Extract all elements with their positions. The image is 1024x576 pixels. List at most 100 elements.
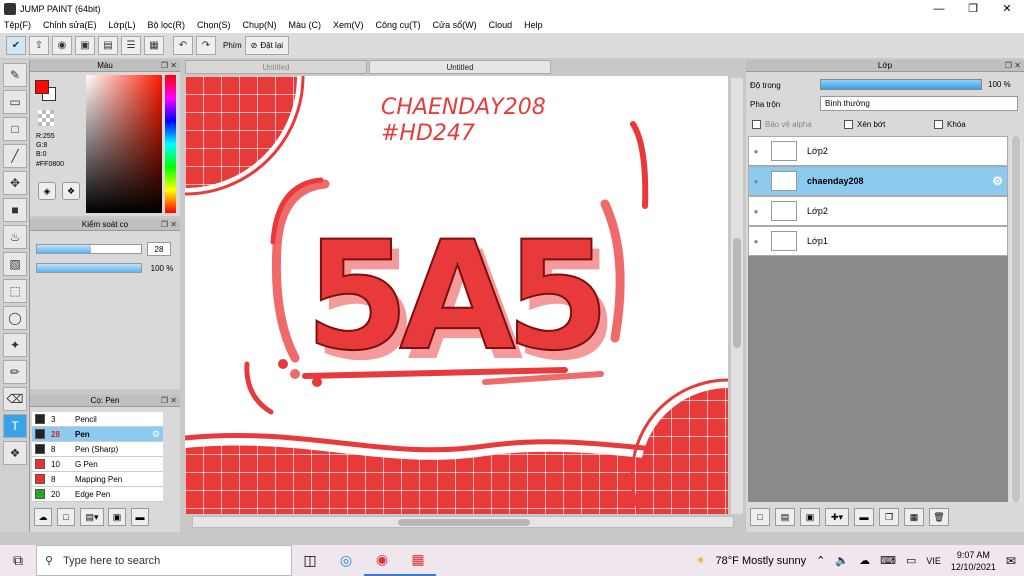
brush-opacity-slider[interactable] <box>36 263 142 273</box>
menu-view[interactable]: Xem(V) <box>333 20 364 30</box>
close-icon[interactable]: ✕ <box>990 0 1024 17</box>
menu-edit[interactable]: Chỉnh sửa(E) <box>43 20 97 30</box>
eyedropper-tool-icon[interactable]: ❖ <box>3 441 27 465</box>
select-pen-tool-icon[interactable]: ✏ <box>3 360 27 384</box>
brush-size-value[interactable]: 28 <box>147 242 171 256</box>
display-icon[interactable]: ▭ <box>906 554 916 567</box>
maximize-icon[interactable]: ❐ <box>956 0 990 17</box>
select-rect-tool-icon[interactable]: ⬚ <box>3 279 27 303</box>
blend-mode-select[interactable]: Bình thường <box>820 96 1018 111</box>
layer-item-selected[interactable]: ● chaenday208 ⚙ <box>748 166 1008 196</box>
panel-close-icon[interactable]: ❐ ✕ <box>161 220 177 229</box>
lock-checkbox[interactable]: Khóa <box>934 120 966 129</box>
task-view-icon[interactable]: ◫ <box>292 545 328 576</box>
layer-item[interactable]: ● Lớp2 <box>748 196 1008 226</box>
visibility-icon[interactable]: ● <box>749 237 763 246</box>
menu-file[interactable]: Tệp(F) <box>4 20 31 30</box>
brush-item-selected[interactable]: 28 Pen ⚙ <box>32 427 163 442</box>
brush-folder-icon[interactable]: ▬ <box>131 508 149 526</box>
move-tool-icon[interactable]: ✥ <box>3 171 27 195</box>
menu-select[interactable]: Chọn(S) <box>197 20 231 30</box>
visibility-icon[interactable]: ● <box>749 177 763 186</box>
panel-close-icon[interactable]: ❐ ✕ <box>161 61 177 70</box>
layer-scrollbar[interactable] <box>1010 136 1022 502</box>
hue-slider[interactable] <box>165 75 176 213</box>
comment-icon[interactable]: ▣ <box>75 36 95 55</box>
bucket-tool-icon[interactable]: ♨ <box>3 225 27 249</box>
speech-bubble-icon[interactable]: ◉ <box>52 36 72 55</box>
visibility-icon[interactable]: ● <box>749 207 763 216</box>
menu-color[interactable]: Màu (C) <box>289 20 322 30</box>
scroll-thumb[interactable] <box>398 519 530 526</box>
palette-icon[interactable]: ◈ <box>38 182 56 200</box>
canvas-horizontal-scrollbar[interactable] <box>192 516 734 528</box>
brush-menu-icon[interactable]: ▤▾ <box>80 508 104 526</box>
brush-item[interactable]: 10 G Pen <box>32 457 163 472</box>
export-icon[interactable]: ⇧ <box>29 36 49 55</box>
speaker-icon[interactable]: 🔈 <box>835 554 849 567</box>
notification-icon[interactable]: ✉ <box>1006 554 1016 568</box>
check-icon[interactable]: ✔ <box>6 36 26 55</box>
reset-button[interactable]: ⊘ Đặt lại <box>244 36 290 55</box>
text-tool-icon[interactable]: T <box>3 414 27 438</box>
list-icon[interactable]: ☰ <box>121 36 141 55</box>
redo-icon[interactable]: ↷ <box>196 36 216 55</box>
line-tool-icon[interactable]: ╱ <box>3 144 27 168</box>
visibility-icon[interactable]: ● <box>749 147 763 156</box>
menu-filter[interactable]: Bộ lọc(R) <box>147 20 185 30</box>
new-layer-icon[interactable]: □ <box>750 508 770 526</box>
rectangle-tool-icon[interactable]: □ <box>3 117 27 141</box>
menu-cloud[interactable]: Cloud <box>489 20 513 30</box>
layer-item[interactable]: ● Lớp2 <box>748 136 1008 166</box>
keyboard-icon[interactable]: ⌨ <box>880 554 896 567</box>
menu-layer[interactable]: Lớp(L) <box>109 20 136 30</box>
clip-checkbox[interactable]: Xén bớt <box>844 120 885 129</box>
menu-help[interactable]: Help <box>524 20 543 30</box>
gear-icon[interactable]: ⚙ <box>152 429 160 440</box>
jump-paint-taskbar-icon[interactable]: ▦ <box>400 545 436 576</box>
menu-window[interactable]: Cửa sổ(W) <box>433 20 477 30</box>
scroll-thumb[interactable] <box>733 238 741 348</box>
scroll-thumb[interactable] <box>1012 136 1020 502</box>
windows-start-icon[interactable]: ⧉ <box>0 545 36 576</box>
new-layer-8bit-icon[interactable]: ▤ <box>775 508 795 526</box>
brush-item[interactable]: 8 Pen (Sharp) <box>32 442 163 457</box>
weather-text[interactable]: 78°F Mostly sunny <box>716 555 807 567</box>
lasso-tool-icon[interactable]: ◯ <box>3 306 27 330</box>
foreground-color-swatch[interactable] <box>35 80 49 94</box>
transparent-color-swatch[interactable] <box>38 110 54 126</box>
grid-icon[interactable]: ▦ <box>144 36 164 55</box>
drawing-canvas[interactable]: CHAENDAY208 #HD247 5A5 5A5 <box>185 76 728 514</box>
panel-close-icon[interactable]: ❐ ✕ <box>1005 61 1021 70</box>
canvas-vertical-scrollbar[interactable] <box>731 78 743 514</box>
magic-wand-tool-icon[interactable]: ✦ <box>3 333 27 357</box>
color-picker-icon[interactable]: ❖ <box>62 182 80 200</box>
brush-item[interactable]: 3 Pencil <box>32 412 163 427</box>
tab-untitled-1[interactable]: Untitled <box>185 60 367 74</box>
eraser-tool-icon[interactable]: ▭ <box>3 90 27 114</box>
gradient-tool-icon[interactable]: ▧ <box>3 252 27 276</box>
select-eraser-tool-icon[interactable]: ⌫ <box>3 387 27 411</box>
brush-settings-icon[interactable]: ▣ <box>108 508 126 526</box>
brush-cloud-icon[interactable]: ☁ <box>34 508 52 526</box>
chrome-browser-icon[interactable]: ◉ <box>364 545 400 576</box>
undo-icon[interactable]: ↶ <box>173 36 193 55</box>
language-indicator[interactable]: VIE <box>926 556 941 566</box>
merge-layer-icon[interactable]: ▦ <box>904 508 924 526</box>
edge-browser-icon[interactable]: ◎ <box>328 545 364 576</box>
taskbar-search[interactable]: ⚲ Type here to search <box>36 545 292 576</box>
brush-item[interactable]: 20 Edge Pen <box>32 487 163 502</box>
trash-icon[interactable]: 🗑 <box>929 508 949 526</box>
brush-item[interactable]: 8 Mapping Pen <box>32 472 163 487</box>
add-layer-menu-icon[interactable]: ✚▾ <box>825 508 849 526</box>
chevron-up-icon[interactable]: ⌃ <box>816 554 825 567</box>
menu-capture[interactable]: Chụp(N) <box>243 20 277 30</box>
protect-alpha-checkbox[interactable]: Bảo vệ alpha <box>752 120 812 129</box>
fill-rect-tool-icon[interactable]: ■ <box>3 198 27 222</box>
saturation-value-picker[interactable] <box>86 75 162 213</box>
layer-opacity-slider[interactable] <box>820 79 982 90</box>
layer-folder-icon[interactable]: ▬ <box>854 508 874 526</box>
minimize-icon[interactable]: — <box>922 0 956 17</box>
new-brush-icon[interactable]: □ <box>57 508 75 526</box>
cloud-icon[interactable]: ☁ <box>859 554 870 567</box>
